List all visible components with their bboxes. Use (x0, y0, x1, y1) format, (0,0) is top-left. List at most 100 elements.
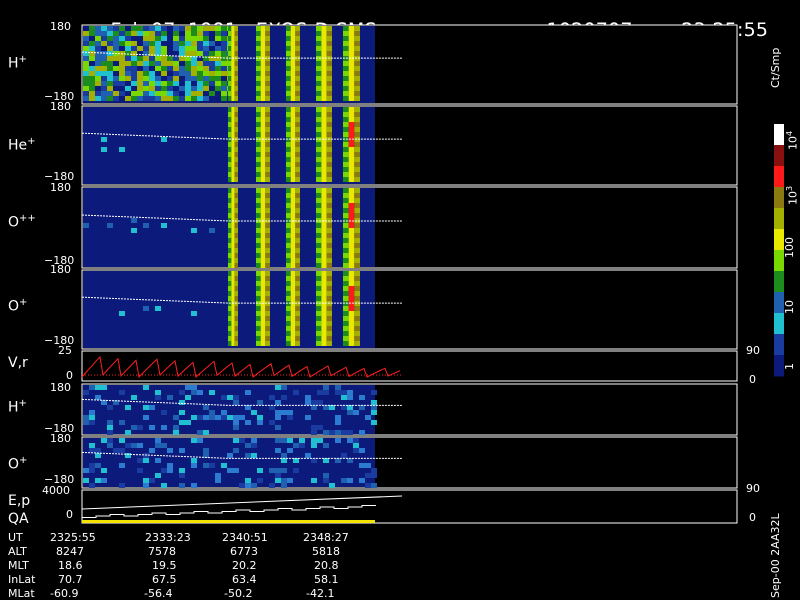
spectrogram-cell (316, 316, 322, 321)
spectrogram-cell (323, 385, 329, 390)
spectrogram-cell (167, 31, 173, 36)
spectrogram-cell (83, 86, 89, 91)
spectrogram-cell (209, 31, 215, 36)
spectrogram-cell (286, 243, 291, 248)
spectrogram-cell (228, 276, 232, 281)
spectrogram-cell (137, 468, 143, 473)
spectrogram-cell (256, 271, 261, 276)
spectrogram-cell (137, 56, 143, 61)
spectrogram-cell (197, 46, 203, 51)
spectrogram-cell (179, 61, 185, 66)
spectrogram-cell (290, 233, 296, 238)
spectrogram-cell (191, 385, 197, 390)
spectrogram-cell (290, 167, 296, 172)
spectrogram-cell (215, 415, 221, 420)
spectrogram-cell (228, 132, 232, 137)
spectrogram-cell (215, 96, 221, 101)
spectrogram-cell (231, 193, 235, 198)
spectrogram-cell (191, 66, 197, 71)
spectrogram-cell (228, 326, 232, 331)
spectrogram-cell (119, 96, 125, 101)
spectrogram-cell (161, 46, 167, 51)
spectrogram-cell (354, 86, 360, 91)
spectrogram-cell (290, 263, 296, 268)
spectrogram-cell (343, 41, 349, 46)
spectrogram-cell (256, 306, 261, 311)
spectrogram-cell (295, 91, 300, 96)
spectrogram-cell (295, 36, 300, 41)
spectrogram-cell (234, 341, 238, 346)
spectrogram-cell (275, 415, 281, 420)
spectrogram-cell (353, 438, 359, 443)
spectrogram-cell (256, 142, 261, 147)
spectrogram-cell (348, 122, 355, 127)
spectrogram-cell (260, 177, 266, 182)
spectrogram-cell (95, 385, 101, 390)
spectrogram-cell (113, 61, 119, 66)
spectrogram-cell (256, 132, 261, 137)
spectrogram-cell (348, 218, 355, 223)
spectrogram-cell (260, 281, 266, 286)
spectrogram-cell (326, 326, 332, 331)
spectrogram-cell (231, 208, 235, 213)
spectrogram-cell (89, 415, 95, 420)
spectrogram-cell (354, 243, 360, 248)
spectrogram-cell (354, 76, 360, 81)
spectrogram-cell (335, 390, 341, 395)
spectrogram-cell (286, 36, 291, 41)
spectrogram-cell (107, 71, 113, 76)
spectrogram-cell (149, 405, 155, 410)
spectrogram-cell (231, 276, 235, 281)
spectrogram-cell (295, 306, 300, 311)
spectrogram-cell (234, 112, 238, 117)
spectrogram-cell (265, 198, 270, 203)
spectrogram-cell (191, 311, 197, 316)
spectrogram-cell (234, 162, 238, 167)
spectrogram-cell (143, 86, 149, 91)
spectrogram-cell (311, 438, 317, 443)
spectrogram-cell (234, 228, 238, 233)
spectrogram-cell (343, 76, 349, 81)
spectrogram-cell (260, 263, 266, 268)
spectrogram-cell (191, 415, 197, 420)
spectrogram-cell (231, 243, 235, 248)
spectrogram-cell (326, 253, 332, 258)
spectrogram-cell (316, 152, 322, 157)
spectrogram-cell (321, 157, 327, 162)
spectrogram-cell (260, 46, 266, 51)
spectrogram-cell (83, 420, 89, 425)
spectrogram-cell (265, 213, 270, 218)
spectrogram-cell (343, 122, 349, 127)
spectrogram-cell (228, 122, 232, 127)
panel-label-ep: E,p (8, 493, 31, 509)
spectrogram-cell (95, 56, 101, 61)
spectrogram-cell (343, 253, 349, 258)
spectrogram-cell (311, 400, 317, 405)
spectrogram-cell (228, 198, 232, 203)
spectrogram-cell (321, 286, 327, 291)
spectrogram-cell (228, 96, 232, 101)
ytick-bottom: 0 (66, 508, 73, 521)
footer-label-alt: ALT (8, 545, 27, 558)
spectrogram-cell (265, 341, 270, 346)
spectrogram-cell (348, 281, 355, 286)
spectrogram-cell (228, 127, 232, 132)
spectrogram-cell (275, 400, 281, 405)
spectrogram-cell (305, 453, 311, 458)
spectrogram-cell (290, 306, 296, 311)
spectrogram-cell (275, 425, 281, 430)
spectrogram-cell (83, 478, 89, 483)
footer-mlat: -50.2 (224, 587, 253, 600)
spectrogram-cell (256, 198, 261, 203)
spectrogram-cell (260, 127, 266, 132)
spectrogram-cell (321, 172, 327, 177)
spectrogram-cell (234, 61, 238, 66)
spectrogram-cell (354, 198, 360, 203)
spectrogram-cell (354, 96, 360, 101)
spectrogram-cell (179, 483, 185, 488)
spectrogram-cell (234, 233, 238, 238)
spectrogram-cell (321, 76, 327, 81)
spectrogram-cell (234, 243, 238, 248)
spectrogram-cell (221, 31, 227, 36)
spectrogram-cell (354, 218, 360, 223)
